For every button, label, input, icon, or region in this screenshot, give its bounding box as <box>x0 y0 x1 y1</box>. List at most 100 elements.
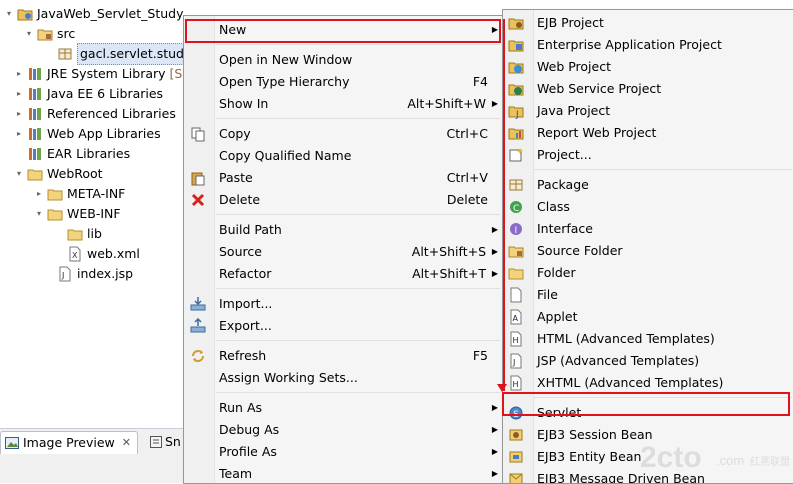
submenu-arrow-icon: ▶ <box>491 225 498 234</box>
xml-file-icon: X <box>67 246 83 262</box>
submenu-item-label: File <box>537 287 558 302</box>
submenu-item[interactable]: Package <box>503 174 793 196</box>
expand-toggle-icon[interactable]: ▾ <box>34 209 44 219</box>
folder-icon <box>47 206 63 222</box>
menu-item[interactable]: Show In Alt+Shift+W ▶ <box>184 93 502 115</box>
expand-toggle-icon[interactable]: ▸ <box>34 189 44 199</box>
menu-item[interactable]: Open Type Hierarchy F4 <box>184 71 502 93</box>
menu-item[interactable]: Debug As ▶ <box>184 419 502 441</box>
expand-toggle-icon[interactable]: ▸ <box>14 69 24 79</box>
submenu-item[interactable]: Folder <box>503 262 793 284</box>
menu-item[interactable]: Copy Ctrl+C <box>184 123 502 145</box>
menu-item-shortcut: Ctrl+C <box>446 126 488 141</box>
ejb-project-icon <box>508 15 524 31</box>
submenu-arrow-icon: ▶ <box>491 269 498 278</box>
submenu-item[interactable]: A Applet <box>503 306 793 328</box>
submenu-item[interactable]: Web Service Project <box>503 78 793 100</box>
menu-item[interactable]: Import... <box>184 293 502 315</box>
submenu-item[interactable]: Web Project <box>503 56 793 78</box>
submenu-item-label: Interface <box>537 221 593 236</box>
submenu-item-label: Enterprise Application Project <box>537 37 722 52</box>
submenu-item[interactable]: EJB3 Entity Bean <box>503 446 793 468</box>
submenu-item[interactable]: S Servlet <box>503 402 793 424</box>
menu-item-label: Build Path <box>219 222 282 237</box>
submenu-item-label: Folder <box>537 265 576 280</box>
tree-node[interactable]: Jindex.jsp <box>44 264 133 284</box>
tree-node[interactable]: ▸ META-INF <box>34 184 125 204</box>
menu-item[interactable]: Paste Ctrl+V <box>184 167 502 189</box>
tab-snippets[interactable]: Sn <box>150 431 181 453</box>
close-icon[interactable]: ✕ <box>122 432 131 454</box>
submenu-item[interactable]: EJB3 Session Bean <box>503 424 793 446</box>
menu-item[interactable]: Export... <box>184 315 502 337</box>
menu-item[interactable]: Profile As ▶ <box>184 441 502 463</box>
tree-node[interactable]: ▾ WebRoot <box>14 164 103 184</box>
menu-item[interactable]: Run As ▶ <box>184 397 502 419</box>
tree-node-label: web.xml <box>87 246 140 261</box>
menu-item[interactable]: Refresh F5 <box>184 345 502 367</box>
menu-item[interactable]: Team ▶ <box>184 463 502 483</box>
tree-node[interactable]: ▾ src <box>24 24 75 44</box>
expand-toggle-icon[interactable]: ▸ <box>14 109 24 119</box>
menu-item-label: Open Type Hierarchy <box>219 74 350 89</box>
menu-item[interactable]: Assign Working Sets... <box>184 367 502 389</box>
menu-item[interactable]: Copy Qualified Name <box>184 145 502 167</box>
submenu-item[interactable]: J JSP (Advanced Templates) <box>503 350 793 372</box>
menu-item[interactable]: New ▶ <box>184 19 502 41</box>
expand-toggle-icon[interactable]: ▾ <box>24 29 34 39</box>
menu-item-label: Delete <box>219 192 261 207</box>
submenu-item[interactable]: Source Folder <box>503 240 793 262</box>
tree-node[interactable]: EAR Libraries <box>14 144 130 164</box>
submenu-item[interactable]: C Class <box>503 196 793 218</box>
expand-toggle-icon[interactable]: ▾ <box>14 169 24 179</box>
submenu-item[interactable]: File <box>503 284 793 306</box>
tree-node[interactable]: ▸ Referenced Libraries <box>14 104 176 124</box>
tree-node[interactable]: ▾ JavaWeb_Servlet_Study_20140531 <box>4 4 190 24</box>
menu-item-shortcut: F4 <box>472 74 488 89</box>
submenu-item-label: Applet <box>537 309 578 324</box>
submenu-item[interactable]: Enterprise Application Project <box>503 34 793 56</box>
web-project-icon <box>508 59 524 75</box>
submenu-item-label: Servlet <box>537 405 582 420</box>
submenu-item[interactable]: J Java Project <box>503 100 793 122</box>
tree-node[interactable]: gacl.servlet.study <box>44 43 190 65</box>
image-preview-icon <box>5 437 19 449</box>
expand-toggle-icon[interactable]: ▸ <box>14 129 24 139</box>
tree-node[interactable]: ▸ JRE System Library [S <box>14 64 182 84</box>
expand-toggle-icon[interactable]: ▾ <box>4 9 14 19</box>
menu-item-label: Run As <box>219 400 263 415</box>
svg-text:J: J <box>61 271 64 280</box>
menu-item[interactable]: Build Path ▶ <box>184 219 502 241</box>
tree-node[interactable]: ▸ Web App Libraries <box>14 124 161 144</box>
menu-item-shortcut: F5 <box>472 348 488 363</box>
menu-item[interactable]: Refactor Alt+Shift+T ▶ <box>184 263 502 285</box>
svg-text:C: C <box>513 204 519 214</box>
new-project-icon <box>508 147 524 163</box>
menu-item[interactable]: Open in New Window <box>184 49 502 71</box>
context-menu: New ▶ Open in New Window Open Type Hierarch… <box>183 15 503 484</box>
submenu-item-label: Web Service Project <box>537 81 662 96</box>
menu-item[interactable]: Delete Delete <box>184 189 502 211</box>
tab-image-preview[interactable]: Image Preview ✕ <box>0 431 138 454</box>
submenu-item[interactable]: Project... <box>503 144 793 166</box>
tree-node[interactable]: Xweb.xml <box>54 244 140 264</box>
export-icon <box>190 318 206 334</box>
package-icon <box>508 177 524 193</box>
expand-toggle-icon[interactable]: ▸ <box>14 89 24 99</box>
svg-text:H: H <box>513 380 519 389</box>
tree-node[interactable]: ▾ WEB-INF <box>34 204 121 224</box>
menu-item[interactable]: Source Alt+Shift+S ▶ <box>184 241 502 263</box>
jsp-file-icon: J <box>57 266 73 282</box>
submenu-item[interactable]: H HTML (Advanced Templates) <box>503 328 793 350</box>
submenu-item[interactable]: I Interface <box>503 218 793 240</box>
tree-node-label: Java EE 6 Libraries <box>47 86 164 101</box>
tree-node[interactable]: ▸ Java EE 6 Libraries <box>14 84 163 104</box>
menu-item-label: Copy <box>219 126 251 141</box>
tree-node[interactable]: lib <box>54 224 102 244</box>
submenu-item[interactable]: H XHTML (Advanced Templates) <box>503 372 793 394</box>
svg-text:S: S <box>513 410 519 420</box>
package-icon <box>57 46 73 62</box>
submenu-item[interactable]: Report Web Project <box>503 122 793 144</box>
submenu-item[interactable]: EJB Project <box>503 12 793 34</box>
